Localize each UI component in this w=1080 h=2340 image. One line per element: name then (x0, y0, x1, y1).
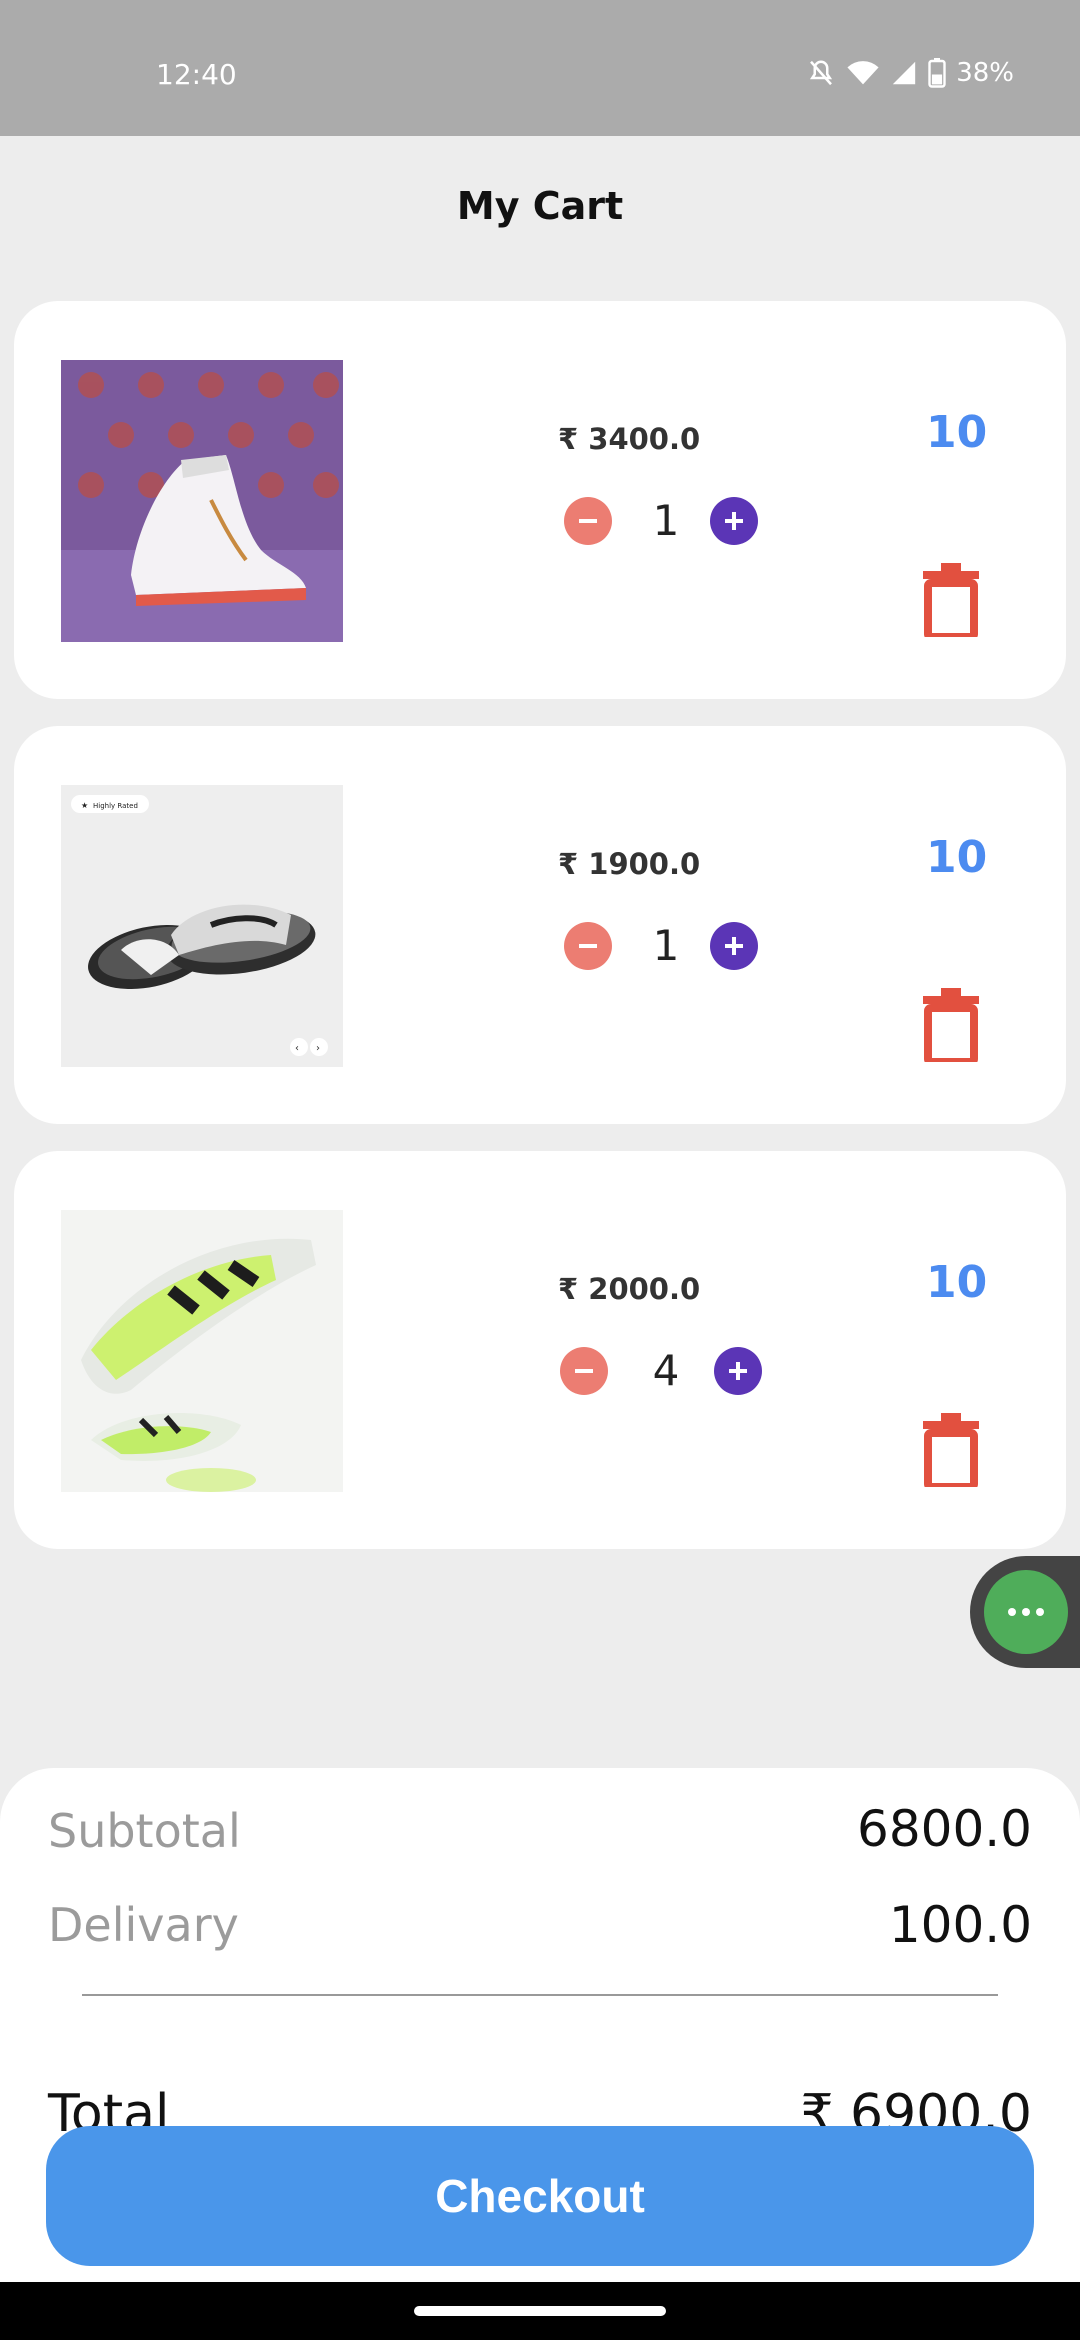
quantity-value: 1 (652, 921, 680, 970)
increase-quantity-button[interactable] (710, 497, 758, 545)
more-icon (984, 1570, 1068, 1654)
stock-count: 10 (926, 832, 988, 883)
minus-icon (579, 519, 597, 523)
subtotal-value: 6800.0 (857, 1800, 1032, 1858)
home-gesture-handle[interactable] (414, 2306, 666, 2316)
subtotal-label: Subtotal (48, 1804, 241, 1858)
battery-percentage: 38% (956, 58, 1014, 88)
svg-text:‹: ‹ (295, 1043, 299, 1054)
bell-off-icon (806, 58, 836, 88)
trash-icon (923, 563, 979, 641)
navigation-bar (0, 2282, 1080, 2340)
item-price: ₹ 1900.0 (558, 847, 701, 881)
decrease-quantity-button[interactable] (560, 1347, 608, 1395)
cart-item: ₹ 3400.0 1 10 (14, 301, 1066, 699)
delete-item-button[interactable] (923, 563, 979, 641)
increase-quantity-button[interactable] (714, 1347, 762, 1395)
quantity-stepper: 1 (564, 497, 784, 547)
page-title: My Cart (456, 184, 624, 228)
delivery-value: 100.0 (888, 1896, 1032, 1954)
svg-text:★: ★ (81, 801, 88, 810)
product-image[interactable] (61, 1210, 343, 1492)
svg-text:›: › (316, 1043, 320, 1054)
plus-icon (729, 1362, 747, 1380)
delete-item-button[interactable] (923, 1413, 979, 1491)
product-image[interactable] (61, 360, 343, 642)
quantity-stepper: 4 (560, 1346, 784, 1397)
status-bar: 12:40 38% (0, 0, 1080, 136)
minus-icon (579, 944, 597, 948)
item-price: ₹ 2000.0 (558, 1272, 701, 1306)
battery-icon (928, 58, 946, 88)
signal-icon (890, 59, 918, 87)
floating-chat-button[interactable] (970, 1556, 1080, 1668)
decrease-quantity-button[interactable] (564, 922, 612, 970)
badge-text: Highly Rated (93, 802, 138, 810)
status-time: 12:40 (156, 58, 237, 91)
cart-item: ₹ 2000.0 4 10 (14, 1151, 1066, 1549)
product-image[interactable]: ★ Highly Rated ‹ › (61, 785, 343, 1067)
quantity-stepper: 1 (564, 922, 784, 972)
stock-count: 10 (926, 1257, 988, 1308)
divider (82, 1994, 998, 1996)
status-icons: 38% (806, 58, 1014, 88)
stock-count: 10 (926, 407, 988, 458)
trash-icon (923, 988, 979, 1066)
decrease-quantity-button[interactable] (564, 497, 612, 545)
quantity-value: 4 (652, 1346, 680, 1395)
item-price: ₹ 3400.0 (558, 422, 701, 456)
delivery-label: Delivary (48, 1898, 239, 1952)
delete-item-button[interactable] (923, 988, 979, 1066)
trash-icon (923, 1413, 979, 1491)
checkout-button[interactable]: Checkout (46, 2126, 1034, 2266)
wifi-icon (846, 58, 880, 88)
quantity-value: 1 (652, 496, 680, 545)
plus-icon (725, 937, 743, 955)
cart-item: ★ Highly Rated ‹ › ₹ 1900.0 1 10 (14, 726, 1066, 1124)
minus-icon (575, 1369, 593, 1373)
increase-quantity-button[interactable] (710, 922, 758, 970)
plus-icon (725, 512, 743, 530)
